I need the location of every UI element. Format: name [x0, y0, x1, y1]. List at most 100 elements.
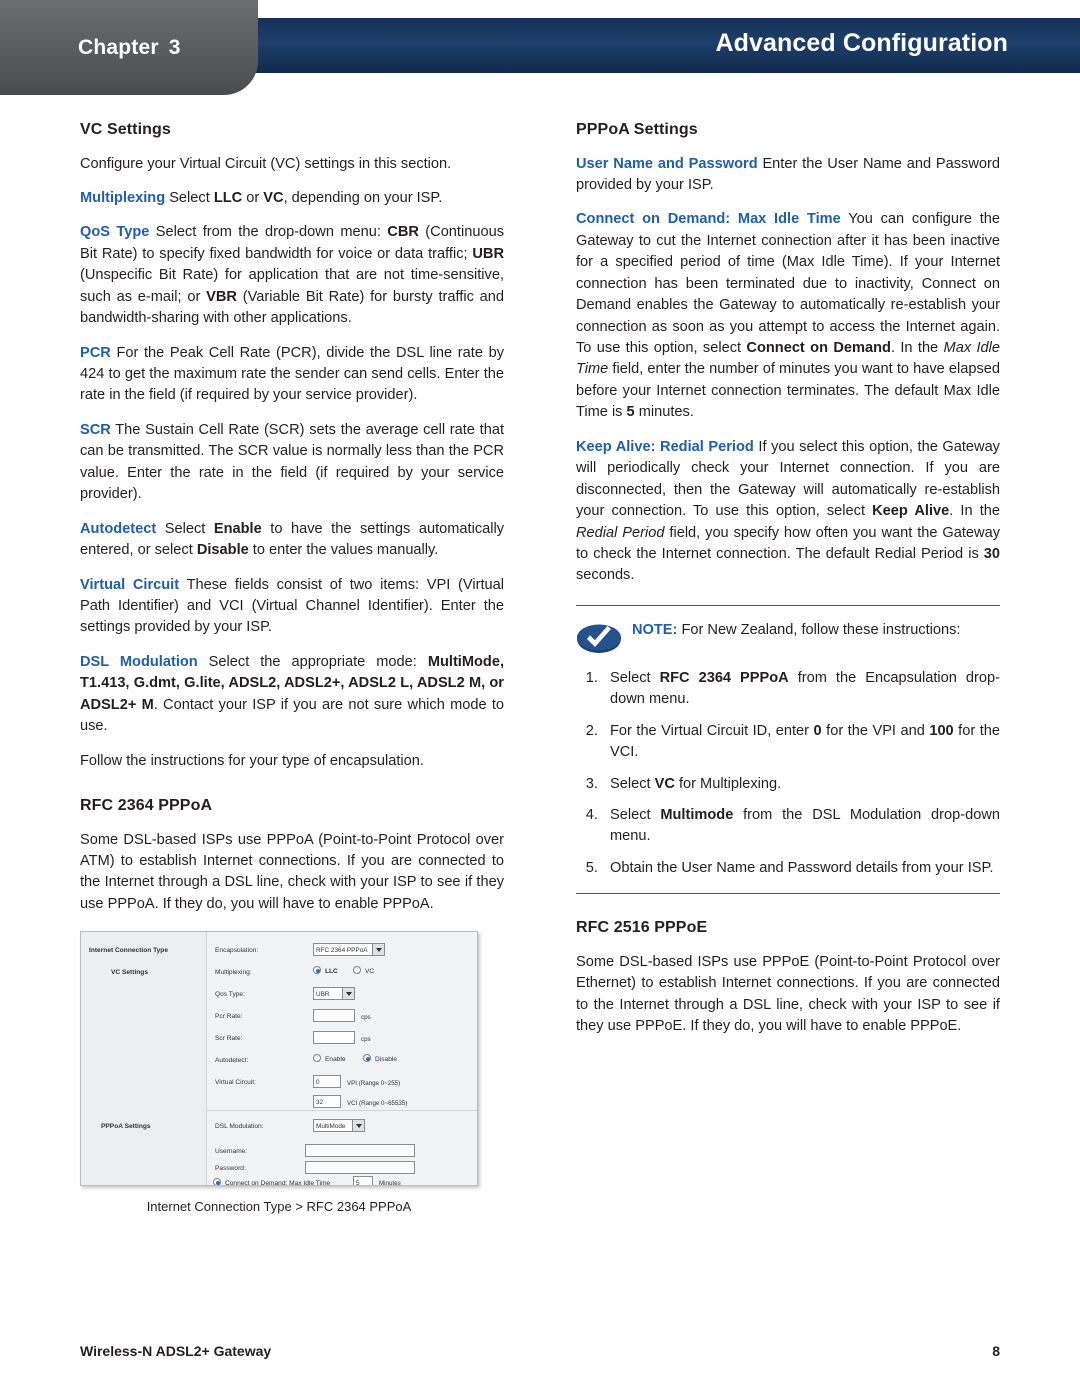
screenshot-label-enable: Enable [325, 1056, 346, 1064]
screenshot-label-vc: VC [365, 968, 375, 976]
screenshot-input-username[interactable] [305, 1144, 415, 1158]
paragraph-pcr: PCR For the Peak Cell Rate (PCR), divide… [80, 343, 504, 407]
screenshot-divider [207, 1110, 477, 1112]
note-bottom-rule [576, 893, 1000, 895]
screenshot-label-autodetect: Autodetect: [215, 1057, 249, 1065]
text-qos-1: Select from the drop-down menu: [149, 224, 388, 241]
paragraph-scr: SCR The Sustain Cell Rate (SCR) sets the… [80, 420, 504, 506]
screenshot-select-dsl-modulation[interactable]: MultiMode [313, 1119, 365, 1133]
heading-pppoa-settings: PPPoA Settings [576, 121, 698, 138]
screenshot-radio-enable[interactable] [313, 1054, 321, 1063]
lead-virtual-circuit: Virtual Circuit [80, 576, 180, 593]
page-footer: Wireless-N ADSL2+ Gateway 8 [80, 1343, 1000, 1359]
router-settings-screenshot: Internet Connection Type VC Settings PPP… [80, 931, 478, 1187]
text-multiplexing-2: or [242, 189, 264, 206]
screenshot-select-dsl-modulation-value: MultiMode [316, 1123, 346, 1131]
screenshot-select-encapsulation-value: RFC 2364 PPPoA [316, 947, 368, 955]
screenshot-radio-connect-on-demand[interactable] [213, 1178, 221, 1186]
paragraph-user-name-password: User Name and Password Enter the User Na… [576, 154, 1000, 197]
lead-dsl-modulation: DSL Modulation [80, 653, 198, 670]
text-qos-b1: CBR [387, 224, 419, 241]
note-row: NOTE: For New Zealand, follow these inst… [576, 620, 1000, 656]
paragraph-rfc-2516-body: Some DSL-based ISPs use PPPoE (Point-to-… [576, 953, 1000, 1035]
text-multiplexing-b2: VC [263, 189, 284, 206]
lead-keep-alive: Keep Alive: Redial Period [576, 438, 754, 455]
footer-page-number: 8 [992, 1343, 1000, 1359]
text-multiplexing-3: , depending on your ISP. [283, 189, 443, 206]
screenshot-label-scr-rate: Scr Rate: [215, 1035, 243, 1043]
screenshot-label-encapsulation: Encapsulation: [215, 947, 259, 955]
text-autodetect-1: Select [156, 520, 214, 537]
lead-connect-on-demand: Connect on Demand: Max Idle Time [576, 211, 841, 228]
text-autodetect-b2: Disable [196, 542, 249, 559]
step-2-post: for the VPI and [821, 722, 930, 739]
step-5-pre: Obtain the User Name and Password detail… [610, 859, 994, 876]
screenshot-input-max-idle-time[interactable]: 5 [353, 1176, 373, 1186]
chapter-label: Chapter [78, 36, 159, 59]
screenshot-select-qos-type[interactable]: UBR [313, 987, 355, 1001]
lead-qos-type: QoS Type [80, 224, 150, 241]
screenshot-label-username: Username: [215, 1148, 248, 1156]
paragraph-vc-intro: Configure your Virtual Circuit (VC) sett… [80, 155, 452, 172]
text-qos-b3: VBR [206, 288, 237, 305]
lead-autodetect: Autodetect [80, 520, 157, 537]
text-keep-2: . In the [949, 503, 1000, 520]
screenshot-unit-pcr: cps [361, 1014, 371, 1022]
note-text-block: NOTE: For New Zealand, follow these inst… [632, 620, 1000, 641]
step-4-pre: Select [610, 807, 661, 824]
step-4-bold: Multimode [660, 807, 734, 824]
heading-rfc-2516-pppoe: RFC 2516 PPPoE [576, 919, 708, 937]
paragraph-keep-alive: Keep Alive: Redial Period If you select … [576, 437, 1000, 587]
screenshot-select-encapsulation[interactable]: RFC 2364 PPPoA [313, 943, 385, 957]
screenshot-label-dsl-modulation: DSL Modulation: [215, 1123, 264, 1131]
step-3-bold: VC [654, 775, 675, 792]
lead-user-name-password: User Name and Password [576, 155, 758, 172]
text-cod-4: minutes. [634, 404, 694, 421]
right-column: PPPoA Settings User Name and Password En… [576, 118, 1000, 1038]
screenshot-unit-minutes: Minutes [379, 1180, 401, 1187]
paragraph-follow-instructions: Follow the instructions for your type of… [80, 752, 424, 769]
list-item: For the Virtual Circuit ID, enter 0 for … [602, 721, 1000, 764]
text-keep-i1: Redial Period [576, 524, 665, 541]
screenshot-radio-disable[interactable] [363, 1054, 371, 1063]
footer-document-title: Wireless-N ADSL2+ Gateway [80, 1343, 272, 1359]
chapter-label-group: Chapter 3 [78, 36, 181, 60]
list-item: Select RFC 2364 PPPoA from the Encapsula… [602, 668, 1000, 711]
text-qos-b2: UBR [472, 245, 504, 262]
screenshot-input-pcr-rate[interactable] [313, 1009, 355, 1023]
screenshot-input-vci[interactable]: 32 [313, 1095, 341, 1109]
step-2-pre: For the Virtual Circuit ID, enter [610, 722, 814, 739]
heading-rfc-2364-pppoa: RFC 2364 PPPoA [80, 797, 213, 815]
screenshot-input-password[interactable] [305, 1161, 415, 1175]
text-multiplexing-b1: LLC [213, 189, 243, 206]
text-keep-4: seconds. [576, 567, 635, 584]
note-text: For New Zealand, follow these instructio… [677, 621, 961, 638]
list-item: Select Multimode from the DSL Modulation… [602, 805, 1000, 848]
paragraph-virtual-circuit: Virtual Circuit These fields consist of … [80, 575, 504, 639]
screenshot-radio-llc[interactable] [313, 966, 321, 975]
paragraph-dsl-modulation: DSL Modulation Select the appropriate mo… [80, 652, 504, 738]
checkmark-badge-icon [576, 620, 632, 656]
paragraph-multiplexing: Multiplexing Select LLC or VC, depending… [80, 188, 504, 209]
screenshot-input-scr-rate[interactable] [313, 1031, 355, 1045]
text-cod-b2: 5 [626, 404, 635, 421]
step-3-post: for Multiplexing. [674, 775, 782, 792]
chevron-down-icon [372, 944, 384, 956]
text-autodetect-3: to enter the values manually. [248, 542, 439, 559]
screenshot-radio-vc[interactable] [353, 966, 361, 975]
screenshot-input-vpi[interactable]: 0 [313, 1075, 341, 1089]
screenshot-unit-scr: cps [361, 1036, 371, 1044]
chevron-down-icon [342, 988, 354, 1000]
screenshot-label-password: Password: [215, 1165, 246, 1173]
text-cod-2: . In the [890, 340, 944, 357]
list-item: Select VC for Multiplexing. [602, 774, 1000, 795]
screenshot-label-qos-type: Qos Type: [215, 991, 245, 999]
page-header: Chapter 3 Advanced Configuration [0, 0, 1080, 95]
screenshot-label-pcr-rate: Pcr Rate: [215, 1013, 243, 1021]
paragraph-autodetect: Autodetect Select Enable to have the set… [80, 519, 504, 562]
screenshot-unit-vci: VCI (Range 0~65535) [347, 1100, 408, 1108]
heading-vc-settings: VC Settings [80, 121, 171, 138]
chapter-number: 3 [168, 36, 181, 59]
text-keep-b1: Keep Alive [872, 503, 950, 520]
note-steps-list: Select RFC 2364 PPPoA from the Encapsula… [576, 668, 1000, 880]
